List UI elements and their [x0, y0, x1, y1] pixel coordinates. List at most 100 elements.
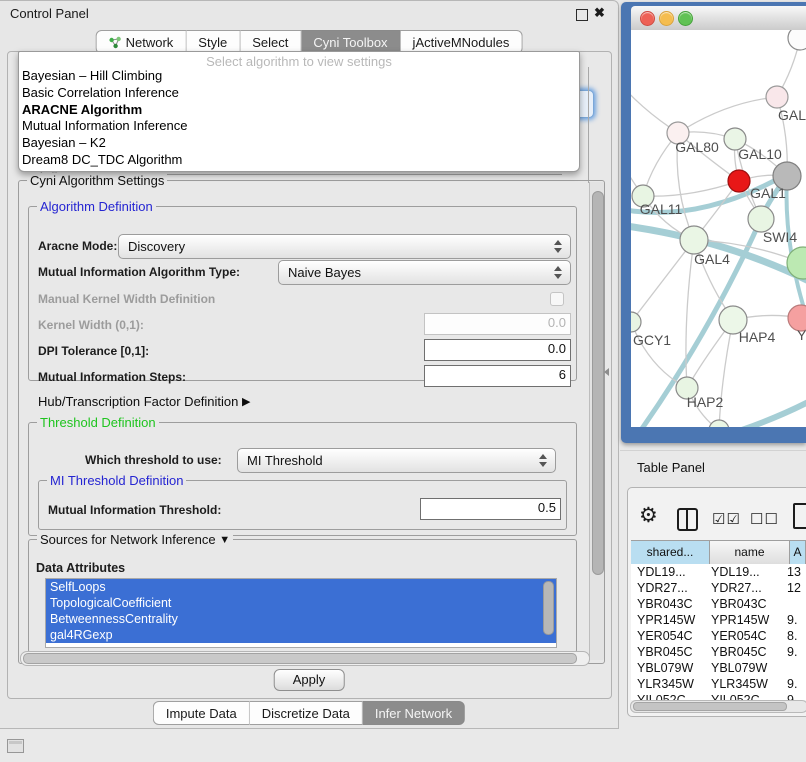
attribute-list-item[interactable]: TopologicalCoefficient — [46, 595, 556, 611]
data-attributes-list[interactable]: SelfLoopsTopologicalCoefficientBetweenne… — [45, 578, 557, 648]
gear-icon[interactable]: ⚙ — [639, 503, 658, 528]
sources-group-title[interactable]: Sources for Network Inference ▼ — [37, 532, 233, 547]
table-cell[interactable]: 8. — [787, 628, 806, 644]
network-canvas[interactable]: GALGAL80GAL10GAL1GAL11GAL4SWI4GCY1HAP4YH… — [631, 30, 806, 427]
algorithm-option[interactable]: ARACNE Algorithm — [19, 102, 579, 119]
network-window-titlebar[interactable] — [631, 6, 806, 31]
node-red[interactable] — [728, 170, 750, 192]
dpi-tolerance-input[interactable]: 0.0 — [424, 339, 571, 361]
table-row[interactable]: YDL19...YDL19...13 — [631, 564, 806, 580]
settings-horizontal-scrollbar[interactable] — [20, 651, 590, 666]
table-cell[interactable]: 9. — [787, 676, 806, 692]
list-scrollbar[interactable] — [543, 581, 554, 635]
table-cell[interactable]: YBR043C — [631, 596, 709, 612]
column-header-shared-name[interactable]: shared... — [631, 541, 710, 564]
attribute-list-item[interactable]: SelfLoops — [46, 579, 556, 595]
float-panel-icon[interactable] — [576, 9, 588, 21]
table-cell[interactable] — [787, 660, 806, 676]
table-cell[interactable]: YBL079W — [631, 660, 709, 676]
table-cell[interactable]: YDL19... — [709, 564, 787, 580]
table-cell[interactable]: YDL19... — [631, 564, 709, 580]
tab-infer-network[interactable]: Infer Network — [363, 701, 465, 725]
split-pane-collapse-arrow[interactable] — [604, 368, 609, 376]
apply-button[interactable]: Apply — [274, 669, 345, 691]
table-cell[interactable]: YBR045C — [631, 644, 709, 660]
algorithm-definition-title: Algorithm Definition — [37, 199, 156, 214]
algorithm-option[interactable]: Dream8 DC_TDC Algorithm — [19, 152, 579, 169]
deselect-all-checkboxes-icon[interactable]: ☐☐ — [750, 510, 779, 528]
node-pink-right[interactable] — [766, 86, 788, 108]
scrollbar-thumb[interactable] — [633, 702, 787, 711]
table-row[interactable]: YDR27...YDR27...12 — [631, 580, 806, 596]
algorithm-option[interactable]: Bayesian – K2 — [19, 135, 579, 152]
network-edge[interactable] — [678, 97, 777, 133]
table-cell[interactable]: YBL079W — [709, 660, 787, 676]
mac-minimize-icon[interactable] — [659, 11, 674, 26]
node-top-partial[interactable] — [788, 30, 806, 50]
table-row[interactable]: YBR045CYBR045C9. — [631, 644, 806, 660]
table-cell[interactable]: YDR27... — [709, 580, 787, 596]
settings-vertical-scrollbar[interactable] — [589, 182, 604, 660]
table-cell[interactable]: YIL052C — [709, 692, 787, 700]
table-row[interactable]: YLR345WYLR345W9. — [631, 676, 806, 692]
table-row[interactable]: YER054CYER054C8. — [631, 628, 806, 644]
table-cell[interactable]: YPR145W — [709, 612, 787, 628]
table-cell[interactable]: 13 — [787, 564, 806, 580]
table-cell[interactable] — [787, 596, 806, 612]
table-cell[interactable]: 9. — [787, 644, 806, 660]
kernel-width-input[interactable]: 0.0 — [424, 313, 571, 335]
table-cell[interactable]: YLR345W — [631, 676, 709, 692]
mi-type-combobox[interactable]: Naive Bayes — [278, 260, 571, 285]
hub-factor-expander[interactable]: Hub/Transcription Factor Definition ▶ — [38, 394, 250, 409]
table-cell[interactable]: YIL052C — [631, 692, 709, 700]
table-horizontal-scrollbar[interactable] — [630, 700, 806, 713]
algorithm-option[interactable]: Mutual Information Inference — [19, 118, 579, 135]
network-edge[interactable] — [643, 181, 739, 196]
tab-discretize-data[interactable]: Discretize Data — [250, 701, 363, 725]
table-cell[interactable]: YER054C — [631, 628, 709, 644]
algorithm-option[interactable]: Basic Correlation Inference — [19, 85, 579, 102]
table-row[interactable]: YBR043CYBR043C — [631, 596, 806, 612]
mi-steps-input[interactable]: 6 — [424, 365, 571, 387]
node-label: GAL — [778, 107, 806, 123]
column-header-partial[interactable]: A — [790, 541, 806, 564]
tab-impute-data[interactable]: Impute Data — [153, 701, 250, 725]
network-edge[interactable] — [631, 240, 694, 322]
table-cell[interactable]: 9. — [787, 692, 806, 700]
table-row[interactable]: YIL052CYIL052C9. — [631, 692, 806, 700]
select-all-checkboxes-icon[interactable]: ☑☑ — [712, 510, 741, 528]
algorithm-option[interactable]: Bayesian – Hill Climbing — [19, 68, 579, 85]
network-edge[interactable] — [686, 240, 694, 388]
scrollbar-thumb[interactable] — [592, 191, 604, 575]
node-label: SWI4 — [763, 229, 797, 245]
scrollbar-thumb[interactable] — [23, 653, 577, 664]
attribute-list-item[interactable]: gal4RGexp — [46, 627, 556, 643]
node-gal4[interactable] — [680, 226, 708, 254]
dock-panel-icon[interactable] — [7, 739, 24, 753]
node-gcy1[interactable] — [631, 312, 641, 332]
manual-kernel-checkbox[interactable] — [550, 292, 564, 306]
table-cell[interactable]: YLR345W — [709, 676, 787, 692]
table-cell[interactable]: YPR145W — [631, 612, 709, 628]
which-threshold-combobox[interactable]: MI Threshold — [237, 448, 556, 473]
close-icon[interactable]: ✖ — [594, 5, 605, 21]
column-header-name[interactable]: name — [710, 541, 790, 564]
table-row[interactable]: YPR145WYPR145W9. — [631, 612, 806, 628]
aracne-mode-combobox[interactable]: Discovery — [118, 234, 571, 259]
mac-close-icon[interactable] — [640, 11, 655, 26]
table-row[interactable]: YBL079WYBL079W — [631, 660, 806, 676]
attribute-list-item[interactable]: BetweennessCentrality — [46, 611, 556, 627]
table-cell[interactable]: YBR043C — [709, 596, 787, 612]
table-cell[interactable]: YER054C — [709, 628, 787, 644]
table-cell[interactable]: YDR27... — [631, 580, 709, 596]
export-table-icon[interactable] — [793, 503, 806, 529]
column-selector-icon[interactable] — [677, 508, 698, 531]
table-cell[interactable]: 12 — [787, 580, 806, 596]
mi-threshold-input[interactable]: 0.5 — [420, 498, 561, 520]
table-cell[interactable]: YBR045C — [709, 644, 787, 660]
mac-zoom-icon[interactable] — [678, 11, 693, 26]
data-attributes-label: Data Attributes — [36, 561, 125, 575]
node-bottom-partial[interactable] — [709, 420, 729, 427]
table-body[interactable]: YDL19...YDL19...13YDR27...YDR27...12YBR0… — [631, 564, 806, 700]
table-cell[interactable]: 9. — [787, 612, 806, 628]
